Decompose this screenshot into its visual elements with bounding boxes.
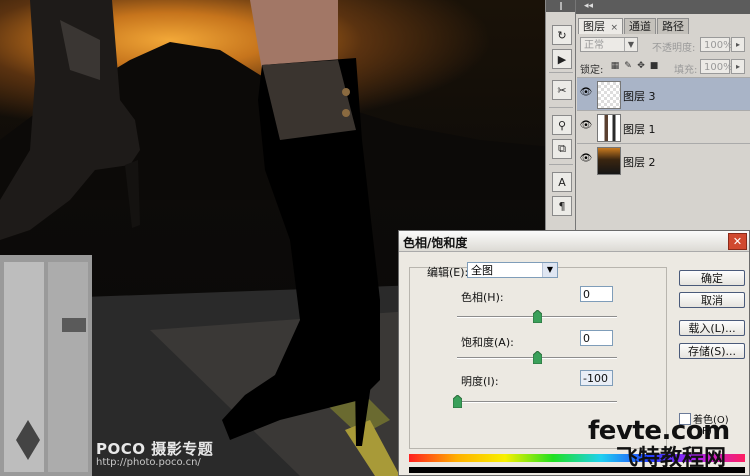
brushes-icon[interactable]: ⚲: [552, 115, 572, 135]
panel-tool-strip: ‖ ↻ ▶ ✂ ⚲ ⧉ A ¶: [545, 0, 577, 230]
paragraph-icon[interactable]: ¶: [552, 196, 572, 216]
hue-slider-thumb[interactable]: [532, 310, 542, 323]
tool-divider: [549, 107, 573, 108]
tab-layers[interactable]: 图层 ×: [578, 18, 624, 34]
saturation-slider-thumb[interactable]: [532, 351, 542, 364]
blend-row: 正常 ▼ 不透明度: 100% ▸: [580, 36, 747, 54]
dialog-title-bar[interactable]: 色相/饱和度 ✕: [399, 231, 749, 252]
collapse-arrows-icon[interactable]: ◂◂: [584, 1, 593, 11]
opacity-value: 100%: [704, 40, 733, 51]
lightness-slider-thumb[interactable]: [452, 395, 462, 408]
layer-thumbnail: [597, 147, 621, 175]
clone-source-icon[interactable]: ⧉: [552, 139, 572, 159]
tool-presets-icon[interactable]: ✂: [552, 80, 572, 100]
fill-slider-button[interactable]: ▸: [731, 59, 745, 74]
chevron-down-icon: ▼: [542, 263, 557, 277]
history-icon[interactable]: ↻: [552, 25, 572, 45]
character-icon[interactable]: A: [552, 172, 572, 192]
save-button[interactable]: 存储(S)...: [679, 343, 745, 359]
saturation-label: 饱和度(A):: [461, 336, 514, 349]
chevron-down-icon: ▼: [624, 38, 637, 51]
layers-panel: ◂◂ 图层 × 通道 路径 正常 ▼ 不透明度: 100% ▸ 锁定: ▦ ✎ …: [575, 0, 750, 230]
fill-label: 填充:: [674, 65, 698, 76]
saturation-input[interactable]: 0: [580, 330, 613, 346]
layer-name: 图层 3: [623, 90, 656, 103]
opacity-input[interactable]: 100%: [700, 37, 733, 52]
hue-label: 色相(H):: [461, 291, 504, 304]
silver-briefcase: [0, 255, 92, 476]
chevron-right-icon: ▸: [735, 62, 740, 71]
tab-layers-label: 图层: [583, 20, 605, 33]
poco-url-watermark: http://photo.poco.cn/: [96, 457, 201, 468]
ok-button[interactable]: 确定: [679, 270, 745, 286]
actions-icon[interactable]: ▶: [552, 49, 572, 69]
layer-thumbnail: [597, 114, 621, 142]
layer-row-1[interactable]: 👁 图层 1: [577, 110, 750, 143]
opacity-label: 不透明度:: [652, 43, 696, 54]
edit-range-select[interactable]: 全图 ▼: [467, 262, 558, 278]
lock-row: 锁定: ▦ ✎ ✥ ■ 填充: 100% ▸: [580, 58, 747, 76]
dialog-title: 色相/饱和度: [403, 236, 468, 250]
lock-label: 锁定:: [580, 65, 604, 76]
lock-image-icon[interactable]: ✎: [623, 61, 633, 71]
layer-name: 图层 1: [623, 123, 656, 136]
eye-icon[interactable]: 👁: [579, 120, 593, 132]
tool-divider: [549, 72, 573, 73]
load-button[interactable]: 载入(L)...: [679, 320, 745, 336]
opacity-slider-button[interactable]: ▸: [731, 37, 745, 52]
blend-mode-value: 正常: [584, 40, 604, 51]
layer-name: 图层 2: [623, 156, 656, 169]
close-icon[interactable]: ✕: [728, 233, 747, 250]
eye-icon[interactable]: 👁: [579, 153, 593, 165]
edit-label: 编辑(E):: [427, 266, 469, 279]
left-boot: [0, 0, 140, 240]
lock-position-icon[interactable]: ✥: [636, 61, 646, 71]
eye-icon[interactable]: 👁: [579, 87, 593, 99]
fill-value: 100%: [704, 62, 733, 73]
layer-row-3[interactable]: 👁 图层 3: [577, 77, 750, 110]
poco-watermark: POCO 摄影专题: [96, 440, 214, 458]
lightness-input[interactable]: -100: [580, 370, 613, 386]
close-icon[interactable]: ×: [611, 23, 619, 33]
cancel-button[interactable]: 取消: [679, 292, 745, 308]
edit-range-value: 全图: [471, 264, 493, 277]
chevron-right-icon: ▸: [735, 40, 740, 49]
fevte-cn-watermark: 飞特教程网: [616, 446, 727, 471]
panel-title-bar[interactable]: ◂◂: [576, 0, 750, 14]
hue-input[interactable]: 0: [580, 286, 613, 302]
tool-divider: [549, 164, 573, 165]
lock-transparent-icon[interactable]: ▦: [610, 61, 620, 71]
lock-all-icon[interactable]: ■: [649, 61, 659, 71]
blend-mode-select[interactable]: 正常 ▼: [580, 37, 638, 52]
strip-grip[interactable]: ‖: [546, 0, 576, 12]
layer-thumbnail: [597, 81, 621, 109]
tab-paths[interactable]: 路径: [657, 18, 690, 34]
lightness-slider-track[interactable]: [457, 401, 617, 403]
fill-input[interactable]: 100%: [700, 59, 733, 74]
lightness-label: 明度(I):: [461, 375, 499, 388]
tab-channels-label: 通道: [629, 20, 652, 33]
tab-channels[interactable]: 通道: [624, 18, 657, 34]
panel-tabs: 图层 × 通道 路径: [578, 18, 690, 34]
tab-paths-label: 路径: [662, 20, 685, 33]
layer-row-2[interactable]: 👁 图层 2: [577, 143, 750, 176]
